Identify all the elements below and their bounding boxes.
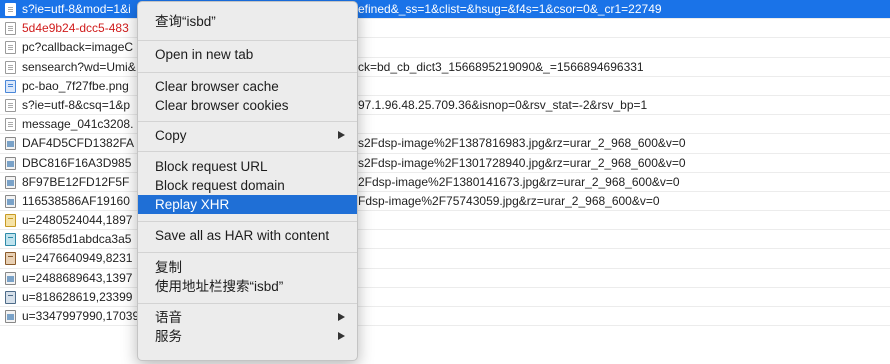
image-icon <box>5 156 16 170</box>
menu-separator <box>138 121 357 122</box>
request-row[interactable]: u=818628619,23399 <box>0 288 890 307</box>
context-menu: 查询“isbd” Open in new tab Clear browser c… <box>137 1 358 361</box>
request-row[interactable]: pc?callback=imageC <box>0 38 890 58</box>
request-name: 5d4e9b24-dcc5-483 <box>22 21 129 36</box>
request-url-tail: Fdsp-image%2F75743059.jpg&rz=urar_2_968_… <box>358 193 660 208</box>
copy-item[interactable]: Copy <box>138 126 357 145</box>
request-row[interactable]: pc-bao_7f27fbe.png <box>0 77 890 96</box>
request-name: 116538586AF19160 <box>22 193 130 208</box>
request-row[interactable]: sensearch?wd=Umi& ck=bd_cb_dict3_1566895… <box>0 58 890 77</box>
request-name: s?ie=utf-8&csq=1&p <box>22 97 131 112</box>
services-item[interactable]: 服务 <box>138 327 357 346</box>
image-icon <box>5 252 16 266</box>
request-row[interactable]: DBC816F16A3D985 s2Fdsp-image%2F130172894… <box>0 154 890 173</box>
request-row[interactable]: message_041c3208. <box>0 115 890 135</box>
menu-separator <box>138 252 357 253</box>
image-icon <box>5 214 16 228</box>
request-name: 8F97BE12FD12F5F <box>22 174 130 189</box>
request-name: u=2488689643,1397 <box>22 270 133 285</box>
image-icon <box>5 79 16 93</box>
request-url-tail: efined&_ss=1&clist=&hsug=&f4s=1&csor=0&_… <box>358 2 662 16</box>
menu-separator <box>138 221 357 222</box>
menu-separator <box>138 151 357 152</box>
request-row[interactable]: 116538586AF19160 Fdsp-image%2F75743059.j… <box>0 192 890 212</box>
document-icon <box>5 41 16 55</box>
request-name: 8656f85d1abdca3a5 <box>22 232 132 247</box>
request-row[interactable]: u=3347997990,1703944568fm=58 <box>0 307 890 327</box>
request-url-tail: s2Fdsp-image%2F1387816983.jpg&rz=urar_2_… <box>358 136 686 151</box>
network-request-list: s?ie=utf-8&mod=1&i efined&_ss=1&clist=&h… <box>0 0 890 327</box>
image-icon <box>5 137 16 151</box>
image-icon <box>5 194 16 208</box>
copy-cn-item[interactable]: 复制 <box>138 258 357 277</box>
image-icon <box>5 290 16 304</box>
replay-xhr-item[interactable]: Replay XHR <box>138 195 357 214</box>
document-icon <box>5 60 16 74</box>
request-name: u=818628619,23399 <box>22 289 133 304</box>
menu-separator <box>138 40 357 41</box>
document-icon <box>5 22 16 36</box>
copy-label: Copy <box>155 128 187 143</box>
request-url-tail: 2Fdsp-image%2F1380141673.jpg&rz=urar_2_9… <box>358 174 680 189</box>
request-row[interactable]: 5d4e9b24-dcc5-483 <box>0 19 890 39</box>
request-name: pc?callback=imageC <box>22 40 134 55</box>
request-name: u=2480524044,1897 <box>22 213 133 228</box>
menu-separator <box>138 303 357 304</box>
image-icon <box>5 271 16 285</box>
document-icon <box>5 3 16 16</box>
request-row[interactable]: DAF4D5CFD1382FA s2Fdsp-image%2F138781698… <box>0 134 890 154</box>
request-row[interactable]: 8F97BE12FD12F5F 2Fdsp-image%2F1380141673… <box>0 173 890 192</box>
request-url-tail: ck=bd_cb_dict3_1566895219090&_=156689469… <box>358 59 644 74</box>
submenu-arrow-icon <box>338 332 345 340</box>
request-url-tail: s2Fdsp-image%2F1301728940.jpg&rz=urar_2_… <box>358 155 686 170</box>
submenu-arrow-icon <box>338 131 345 139</box>
clear-browser-cache-item[interactable]: Clear browser cache <box>138 77 357 96</box>
request-row[interactable]: u=2488689643,1397 <box>0 269 890 288</box>
block-request-url-item[interactable]: Block request URL <box>138 157 357 176</box>
image-icon <box>5 175 16 189</box>
image-icon <box>5 310 16 323</box>
request-row[interactable]: s?ie=utf-8&mod=1&i efined&_ss=1&clist=&h… <box>0 0 890 20</box>
request-row[interactable]: u=2476640949,8231 <box>0 249 890 269</box>
request-row[interactable]: s?ie=utf-8&csq=1&p 97.1.96.48.25.709.36&… <box>0 96 890 116</box>
document-icon <box>5 98 16 112</box>
speech-item[interactable]: 语音 <box>138 308 357 327</box>
services-label: 服务 <box>155 329 182 344</box>
speech-label: 语音 <box>155 310 182 325</box>
request-name: DBC816F16A3D985 <box>22 155 132 170</box>
open-in-new-tab-item[interactable]: Open in new tab <box>138 45 357 64</box>
image-icon <box>5 233 16 247</box>
block-request-domain-item[interactable]: Block request domain <box>138 176 357 195</box>
submenu-arrow-icon <box>338 313 345 321</box>
document-icon <box>5 118 16 132</box>
request-name: sensearch?wd=Umi& <box>22 59 136 74</box>
request-row[interactable]: u=2480524044,1897 <box>0 211 890 231</box>
request-name: DAF4D5CFD1382FA <box>22 136 135 151</box>
search-address-bar-item[interactable]: 使用地址栏搜索“isbd” <box>138 277 357 296</box>
clear-browser-cookies-item[interactable]: Clear browser cookies <box>138 96 357 115</box>
request-name: message_041c3208. <box>22 117 134 132</box>
save-har-item[interactable]: Save all as HAR with content <box>138 226 357 245</box>
request-name: s?ie=utf-8&mod=1&i <box>22 2 131 16</box>
menu-separator <box>138 72 357 73</box>
request-url-tail: 97.1.96.48.25.709.36&isnop=0&rsv_stat=-2… <box>358 97 648 112</box>
request-name: u=2476640949,8231 <box>22 251 133 266</box>
search-isbd-item[interactable]: 查询“isbd” <box>138 12 357 31</box>
request-row[interactable]: 8656f85d1abdca3a5 <box>0 230 890 250</box>
request-name: pc-bao_7f27fbe.png <box>22 78 129 93</box>
